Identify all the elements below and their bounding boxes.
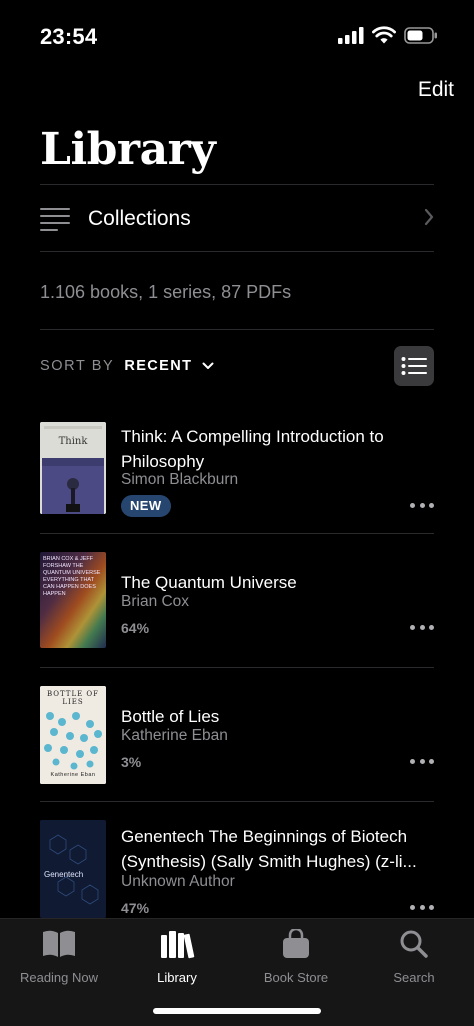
- sort-value[interactable]: RECENT: [124, 358, 192, 374]
- book-row[interactable]: BOTTLE OF LIES Katherine Eban Bottle of …: [40, 684, 434, 800]
- book-title: Bottle of Lies: [121, 707, 220, 726]
- tab-label: Reading Now: [19, 970, 99, 985]
- book-author: Katherine Eban: [121, 727, 228, 744]
- cover-title: Think: [58, 436, 88, 447]
- shopping-bag-icon: [283, 927, 309, 958]
- list-lines-icon: [40, 208, 70, 231]
- status-bar: 23:54: [0, 0, 474, 70]
- divider: [40, 801, 434, 802]
- more-options-button[interactable]: [410, 903, 434, 911]
- divider: [40, 329, 434, 330]
- battery-icon: [404, 26, 437, 44]
- books-stack-icon: [161, 931, 195, 959]
- divider: [40, 533, 434, 534]
- book-cover[interactable]: Think: [40, 422, 106, 514]
- book-cover[interactable]: BRIAN COX & JEFF FORSHAW THE QUANTUM UNI…: [40, 552, 106, 648]
- status-time: 23:54: [40, 24, 98, 49]
- book-open-icon: [43, 930, 75, 957]
- cover-art: [40, 820, 106, 918]
- reading-progress: 47%: [121, 900, 150, 916]
- book-author: Simon Blackburn: [121, 471, 239, 488]
- book-title: Genentech The Beginnings of Biotech (Syn…: [121, 827, 417, 871]
- chevron-right-icon: [424, 208, 434, 226]
- home-indicator: [153, 1008, 321, 1014]
- status-icons: [338, 26, 438, 44]
- more-options-button[interactable]: [410, 757, 434, 765]
- book-author: Brian Cox: [121, 593, 190, 610]
- divider: [40, 251, 434, 252]
- book-author: Unknown Author: [121, 873, 235, 890]
- reading-progress: 3%: [121, 754, 142, 770]
- reading-progress: 64%: [121, 620, 150, 636]
- collections-label: Collections: [88, 207, 191, 230]
- tab-reading-now[interactable]: Reading Now: [0, 929, 118, 985]
- chevron-down-icon[interactable]: [202, 362, 214, 370]
- wifi-icon: [372, 26, 396, 44]
- book-row[interactable]: Think Think: A Compelling Introduction t…: [40, 420, 434, 534]
- book-cover[interactable]: Genentech: [40, 820, 106, 918]
- tab-search[interactable]: Search: [355, 929, 473, 985]
- magnifier-icon: [400, 930, 428, 958]
- more-options-button[interactable]: [410, 623, 434, 631]
- cover-title: BOTTLE OF LIES: [46, 690, 100, 706]
- tab-book-store[interactable]: Book Store: [237, 927, 355, 985]
- divider: [40, 667, 434, 668]
- collections-row[interactable]: Collections: [40, 186, 434, 252]
- edit-button[interactable]: Edit: [418, 78, 454, 102]
- cover-title: Genentech: [44, 870, 84, 879]
- tab-label: Book Store: [263, 970, 329, 985]
- sort-by-label: SORT BY: [40, 358, 115, 374]
- tab-library[interactable]: Library: [118, 929, 236, 985]
- tab-label: Library: [157, 970, 197, 985]
- library-counts: 1.106 books, 1 series, 87 PDFs: [40, 282, 292, 302]
- divider: [40, 184, 434, 185]
- cover-author: Katherine Eban: [50, 772, 96, 778]
- cover-title: BRIAN COX & JEFF FORSHAW THE QUANTUM UNI…: [43, 556, 101, 597]
- sort-control[interactable]: SORT BY RECENT: [40, 358, 214, 374]
- list-view-button[interactable]: [394, 346, 434, 386]
- book-cover[interactable]: BOTTLE OF LIES Katherine Eban: [40, 686, 106, 784]
- new-badge: NEW: [121, 495, 171, 517]
- page-title: Library: [40, 124, 216, 175]
- cellular-signal-icon: [338, 26, 364, 44]
- list-view-icon: [401, 357, 427, 375]
- more-options-button[interactable]: [410, 501, 434, 509]
- book-row[interactable]: BRIAN COX & JEFF FORSHAW THE QUANTUM UNI…: [40, 550, 434, 666]
- tab-label: Search: [393, 970, 435, 985]
- book-title: The Quantum Universe: [121, 573, 297, 592]
- book-title: Think: A Compelling Introduction to Phil…: [121, 427, 384, 471]
- book-row[interactable]: Genentech Genentech The Beginnings of Bi…: [40, 818, 434, 918]
